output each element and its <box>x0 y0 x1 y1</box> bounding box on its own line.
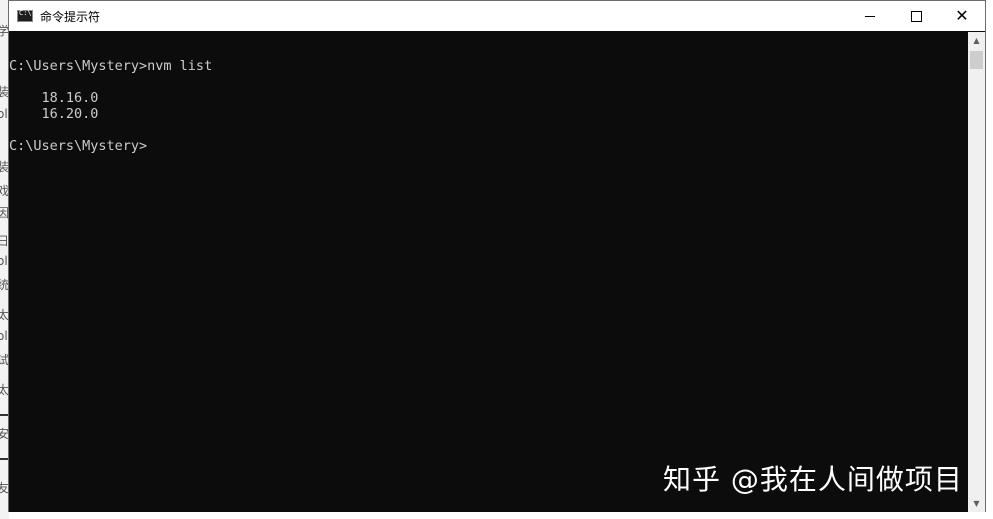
close-button[interactable]: ✕ <box>939 1 985 31</box>
console-line: C:\Users\Mystery>nvm list <box>9 58 213 74</box>
minimize-button[interactable] <box>847 1 893 31</box>
console-line: 16.20.0 <box>9 106 99 122</box>
minimize-icon <box>865 15 875 17</box>
scroll-down-button[interactable]: ▼ <box>968 495 985 512</box>
maximize-icon <box>910 10 922 22</box>
bg-text-fragment: ol <box>0 329 8 343</box>
watermark: 知乎 @我在人间做项目 <box>663 463 963 496</box>
chevron-up-icon: ▲ <box>973 36 980 45</box>
vertical-scrollbar[interactable]: ▲ ▼ <box>968 32 985 512</box>
scroll-thumb[interactable] <box>970 51 983 69</box>
title-bar[interactable]: 命令提示符 ✕ <box>9 1 985 31</box>
console-prompt-line: C:\Users\Mystery> <box>9 138 148 154</box>
bg-text-fragment: ol <box>0 107 8 121</box>
window-controls: ✕ <box>847 1 985 31</box>
cmd-icon[interactable] <box>17 9 33 22</box>
window-title: 命令提示符 <box>40 9 101 24</box>
close-icon: ✕ <box>955 6 969 25</box>
command-prompt-window: 命令提示符 ✕ C:\Users\Mystery>nvm list 18.16.… <box>8 0 986 512</box>
maximize-button[interactable] <box>893 1 939 31</box>
chevron-down-icon: ▼ <box>973 499 980 508</box>
scroll-up-button[interactable]: ▲ <box>968 32 985 49</box>
console-line: 18.16.0 <box>9 90 99 106</box>
console-output[interactable]: C:\Users\Mystery>nvm list 18.16.0 16.20.… <box>9 32 969 512</box>
bg-text-fragment: ol <box>0 254 8 268</box>
